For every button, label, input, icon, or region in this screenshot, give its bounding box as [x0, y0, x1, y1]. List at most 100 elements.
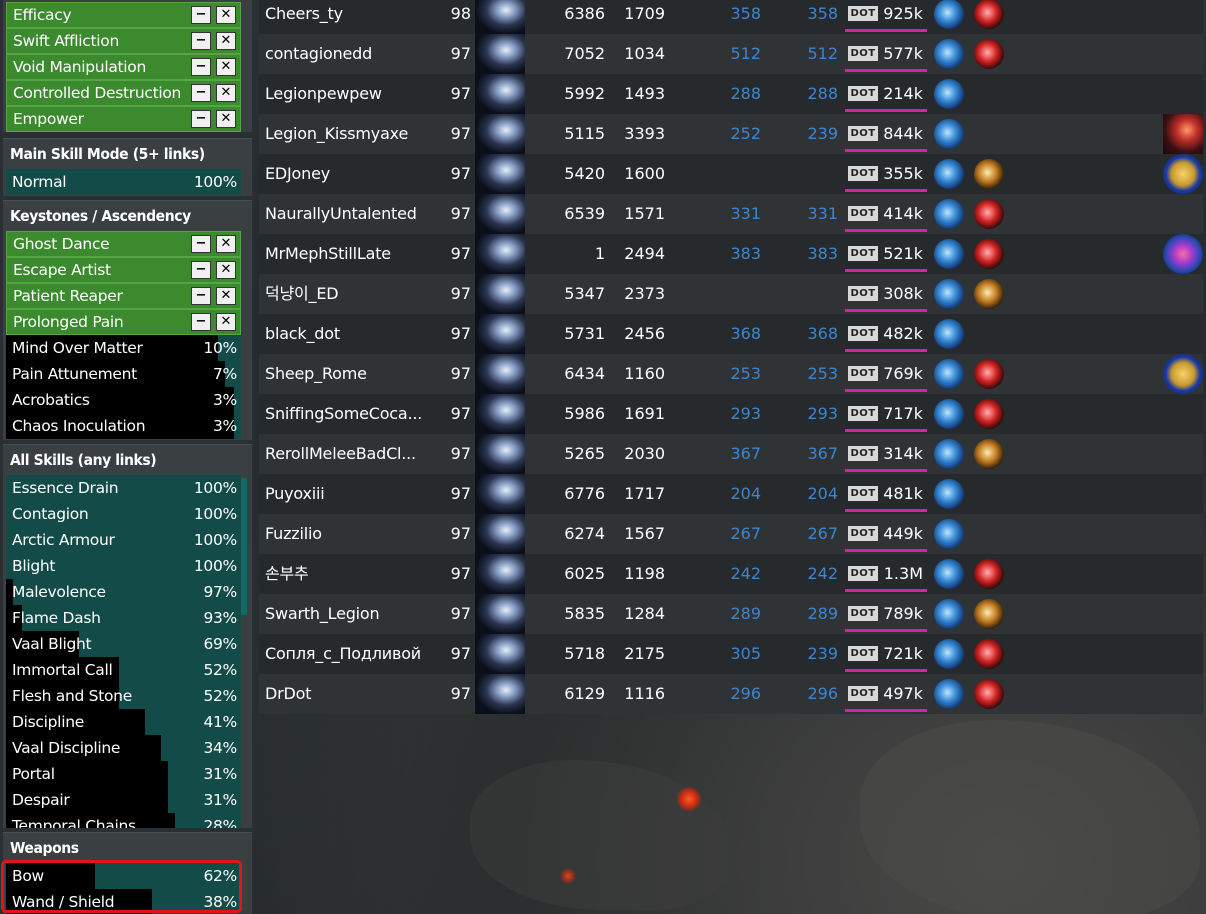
remove-filter-button[interactable]: ✕ [216, 287, 236, 305]
table-row[interactable]: Fuzzilio 97 6274 1567 267 267 DOT 449k [259, 514, 1203, 554]
remove-filter-button[interactable]: ✕ [216, 6, 236, 24]
filter-option-row[interactable]: Flesh and Stone 52% [6, 683, 241, 709]
dps-underline [845, 349, 927, 352]
filter-option-row[interactable]: Despair 31% [6, 787, 241, 813]
remove-filter-button[interactable]: ✕ [216, 261, 236, 279]
filter-option-row[interactable]: Normal 100% [6, 169, 241, 195]
selected-filter-row[interactable]: Controlled Destruction − ✕ [6, 80, 241, 106]
character-name-link[interactable]: 손부추 [265, 554, 445, 594]
remove-filter-button[interactable]: ✕ [216, 110, 236, 128]
exclude-filter-button[interactable]: − [191, 261, 211, 279]
dps-value: 769k [883, 364, 923, 383]
energy-shield-value: 1116 [624, 684, 665, 703]
table-row[interactable]: Sheep_Rome 97 6434 1160 253 253 DOT 769k [259, 354, 1203, 394]
filter-option-row[interactable]: Malevolence 97% [6, 579, 241, 605]
character-name-link[interactable]: contagionedd [265, 34, 445, 74]
table-row[interactable]: Legionpewpew 97 5992 1493 288 288 DOT 214k [259, 74, 1203, 114]
stat-value-2: 267 [807, 524, 838, 543]
character-name-link[interactable]: SniffingSomeCoca... [265, 394, 445, 434]
table-row[interactable]: Swarth_Legion 97 5835 1284 289 289 DOT 789k [259, 594, 1203, 634]
filter-option-row[interactable]: Pain Attunement 7% [6, 361, 241, 387]
selected-filter-row[interactable]: Void Manipulation − ✕ [6, 54, 241, 80]
exclude-filter-button[interactable]: − [191, 32, 211, 50]
table-row[interactable]: Legion_Kissmyaxe 97 5115 3393 252 239 DOT 844k [259, 114, 1203, 154]
exclude-filter-button[interactable]: − [191, 313, 211, 331]
character-name-link[interactable]: Сопля_с_Подливой [265, 634, 445, 674]
character-level: 97 [450, 404, 471, 423]
selected-filter-row[interactable]: Efficacy − ✕ [6, 2, 241, 28]
dot-badge: DOT [848, 566, 878, 581]
dot-badge: DOT [848, 406, 878, 421]
table-row[interactable]: EDJoney 97 5420 1600 DOT 355k [259, 154, 1203, 194]
exclude-filter-button[interactable]: − [191, 6, 211, 24]
character-name-link[interactable]: Legion_Kissmyaxe [265, 114, 445, 154]
filter-option-row[interactable]: Mind Over Matter 10% [6, 335, 241, 361]
table-row[interactable]: Сопля_с_Подливой 97 5718 2175 305 239 DOT 721k [259, 634, 1203, 674]
stat-value-2: 383 [807, 244, 838, 263]
filter-option-percent: 52% [203, 661, 237, 679]
character-name-link[interactable]: Fuzzilio [265, 514, 445, 554]
table-row[interactable]: SniffingSomeCoca... 97 5986 1691 293 293 DOT 71… [259, 394, 1203, 434]
character-name-link[interactable]: EDJoney [265, 154, 445, 194]
character-name-link[interactable]: DrDot [265, 674, 445, 714]
filter-option-row[interactable]: Temporal Chains 28% [6, 813, 241, 828]
filter-option-row[interactable]: Vaal Blight 69% [6, 631, 241, 657]
character-name-link[interactable]: 덕냥이_ED [265, 274, 445, 314]
filter-option-row[interactable]: Discipline 41% [6, 709, 241, 735]
filter-option-row[interactable]: Chaos Inoculation 3% [6, 413, 241, 439]
table-row[interactable]: Cheers_ty 98 6386 1709 358 358 DOT 925k [259, 0, 1203, 34]
table-row[interactable]: contagionedd 97 7052 1034 512 512 DOT 577k [259, 34, 1203, 74]
filter-option-row[interactable]: Vaal Discipline 34% [6, 735, 241, 761]
character-name-link[interactable]: black_dot [265, 314, 445, 354]
life-value: 6434 [564, 364, 605, 383]
exclude-filter-button[interactable]: − [191, 235, 211, 253]
skills-scrollbar[interactable] [241, 478, 247, 615]
selected-filter-row[interactable]: Escape Artist − ✕ [6, 257, 241, 283]
character-name-link[interactable]: RerollMeleeBadCl... [265, 434, 445, 474]
character-name-link[interactable]: Puyoxiii [265, 474, 445, 514]
remove-filter-button[interactable]: ✕ [216, 32, 236, 50]
table-row[interactable]: 손부추 97 6025 1198 242 242 DOT 1.3M [259, 554, 1203, 594]
dps-value: 1.3M [883, 564, 923, 583]
remove-filter-button[interactable]: ✕ [216, 235, 236, 253]
character-name-link[interactable]: Sheep_Rome [265, 354, 445, 394]
filter-option-row[interactable]: Acrobatics 3% [6, 387, 241, 413]
character-name-link[interactable]: MrMephStillLate [265, 234, 445, 274]
table-row[interactable]: black_dot 97 5731 2456 368 368 DOT 482k [259, 314, 1203, 354]
red-gem-icon [974, 399, 1004, 429]
remove-filter-button[interactable]: ✕ [216, 313, 236, 331]
remove-filter-button[interactable]: ✕ [216, 84, 236, 102]
table-row[interactable]: 덕냥이_ED 97 5347 2373 DOT 308k [259, 274, 1203, 314]
exclude-filter-button[interactable]: − [191, 84, 211, 102]
filter-option-row[interactable]: Flame Dash 93% [6, 605, 241, 631]
stat-value-1: 358 [730, 4, 761, 23]
selected-filter-row[interactable]: Swift Affliction − ✕ [6, 28, 241, 54]
filter-option-row[interactable]: Portal 31% [6, 761, 241, 787]
table-row[interactable]: RerollMeleeBadCl... 97 5265 2030 367 367 DOT 31… [259, 434, 1203, 474]
table-row[interactable]: NaurallyUntalented 97 6539 1571 331 331 DOT 414… [259, 194, 1203, 234]
table-row[interactable]: Puyoxiii 97 6776 1717 204 204 DOT 481k [259, 474, 1203, 514]
character-name-link[interactable]: Swarth_Legion [265, 594, 445, 634]
selected-filter-row[interactable]: Ghost Dance − ✕ [6, 231, 241, 257]
table-row[interactable]: MrMephStillLate 97 1 2494 383 383 DOT 521k [259, 234, 1203, 274]
filter-option-row[interactable]: Contagion 100% [6, 501, 241, 527]
filter-option-row[interactable]: Blight 100% [6, 553, 241, 579]
table-row[interactable]: DrDot 97 6129 1116 296 296 DOT 497k [259, 674, 1203, 714]
flask-icon [934, 519, 964, 549]
selected-filter-row[interactable]: Patient Reaper − ✕ [6, 283, 241, 309]
selected-filter-row[interactable]: Prolonged Pain − ✕ [6, 309, 241, 335]
character-name-link[interactable]: Legionpewpew [265, 74, 445, 114]
selected-filter-row[interactable]: Empower − ✕ [6, 106, 241, 132]
character-name-link[interactable]: Cheers_ty [265, 0, 445, 34]
exclude-filter-button[interactable]: − [191, 58, 211, 76]
character-name-link[interactable]: NaurallyUntalented [265, 194, 445, 234]
exclude-filter-button[interactable]: − [191, 110, 211, 128]
filter-option-label: Contagion [12, 505, 89, 523]
filter-option-row[interactable]: Immortal Call 52% [6, 657, 241, 683]
dot-badge: DOT [848, 246, 878, 261]
filter-option-row[interactable]: Arctic Armour 100% [6, 527, 241, 553]
fire-keystone-icon [1163, 114, 1203, 154]
filter-option-row[interactable]: Essence Drain 100% [6, 475, 241, 501]
exclude-filter-button[interactable]: − [191, 287, 211, 305]
remove-filter-button[interactable]: ✕ [216, 58, 236, 76]
